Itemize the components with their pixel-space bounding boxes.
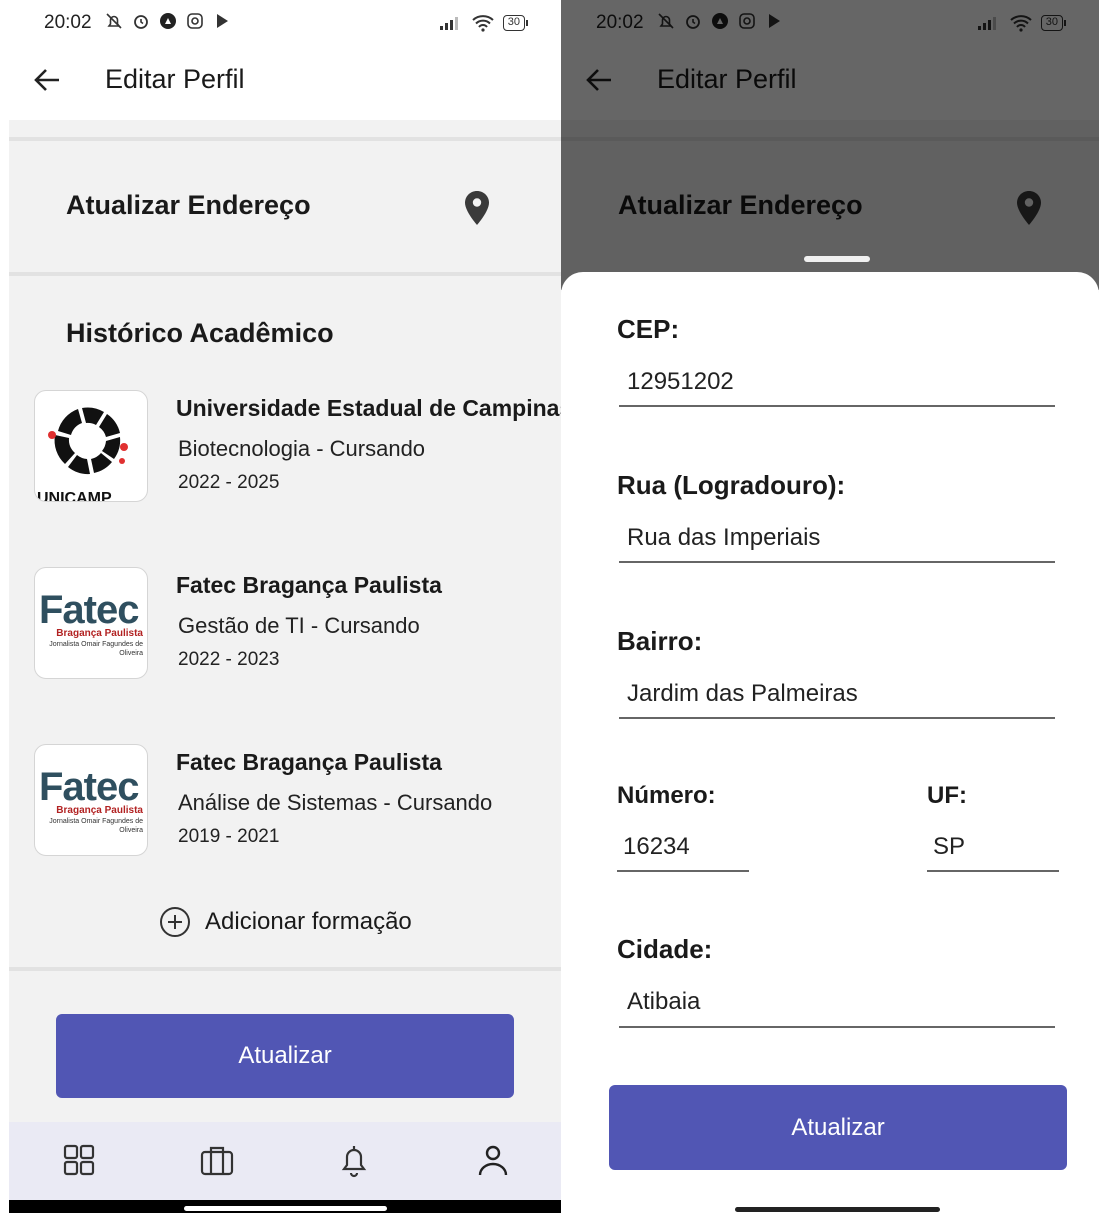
- course-years: 2019 - 2021: [178, 826, 280, 847]
- course-years: 2022 - 2025: [178, 472, 280, 493]
- location-pin-icon[interactable]: [464, 190, 490, 226]
- course-status: Gestão de TI - Cursando: [178, 613, 420, 638]
- instagram-icon: [187, 13, 203, 29]
- divider: [9, 967, 561, 971]
- fatec-logo: Fatec Bragança Paulista Jornalista Omair…: [34, 567, 148, 679]
- academic-history-title: Histórico Acadêmico: [66, 318, 334, 348]
- add-circle-icon: [160, 907, 190, 937]
- page-title: Editar Perfil: [105, 64, 245, 94]
- alarm-icon: [134, 15, 148, 29]
- app-bar: Editar Perfil: [9, 40, 561, 120]
- unicamp-logo: UNICAMP: [34, 390, 148, 502]
- street-label: Rua (Logradouro):: [617, 470, 846, 500]
- institution-name: Universidade Estadual de Campinas: [176, 395, 561, 421]
- district-label: Bairro:: [617, 626, 703, 656]
- cep-label: CEP:: [617, 314, 680, 344]
- divider: [9, 137, 561, 141]
- number-input[interactable]: 16234: [623, 833, 690, 861]
- update-button[interactable]: Atualizar: [56, 1014, 514, 1098]
- number-input-underline: [617, 870, 749, 872]
- academic-item[interactable]: Fatec Bragança Paulista Jornalista Omair…: [34, 567, 561, 682]
- briefcase-icon[interactable]: [199, 1142, 235, 1178]
- modal-scrim[interactable]: [561, 0, 1099, 290]
- cep-input[interactable]: 12951202: [627, 368, 734, 396]
- uf-label: UF:: [927, 782, 967, 809]
- uf-input[interactable]: SP: [933, 833, 965, 861]
- academic-item[interactable]: UNICAMP Universidade Estadual de Campina…: [34, 390, 561, 505]
- city-label: Cidade:: [617, 934, 713, 964]
- academic-item[interactable]: Fatec Bragança Paulista Jornalista Omair…: [34, 744, 561, 859]
- back-arrow-icon[interactable]: [33, 66, 61, 94]
- sheet-drag-handle[interactable]: [804, 256, 870, 262]
- add-education-button[interactable]: Adicionar formação: [159, 906, 412, 938]
- institution-name: Fatec Bragança Paulista: [176, 749, 442, 775]
- fatec-logo-text: Fatec: [39, 588, 139, 632]
- city-input-underline: [619, 1026, 1055, 1028]
- fatec-logo-subtitle: Bragança Paulista: [56, 805, 143, 816]
- mute-bell-icon: [106, 13, 122, 29]
- home-indicator[interactable]: [735, 1207, 940, 1212]
- wifi-icon: [472, 15, 494, 32]
- submit-address-button[interactable]: Atualizar: [609, 1085, 1067, 1170]
- district-input[interactable]: Jardim das Palmeiras: [627, 680, 858, 708]
- course-years: 2022 - 2023: [178, 649, 280, 670]
- course-status: Análise de Sistemas - Cursando: [178, 790, 493, 815]
- bell-icon[interactable]: [336, 1142, 372, 1178]
- course-status: Biotecnologia - Cursando: [178, 436, 426, 461]
- address-bottom-sheet: CEP: 12951202 Rua (Logradouro): Rua das …: [561, 272, 1099, 1213]
- fatec-logo-caption: Jornalista Omair Fagundes de Oliveira: [49, 818, 143, 834]
- district-input-underline: [619, 717, 1055, 719]
- address-sheet-screen: 20:02 30 Editar Perfil Atualizar Endereç…: [561, 0, 1099, 1213]
- cep-input-underline: [619, 405, 1055, 407]
- battery-indicator: 30: [502, 15, 529, 31]
- bottom-navigation: [9, 1122, 561, 1200]
- add-education-label: Adicionar formação: [205, 908, 412, 935]
- status-notification-icons: [104, 11, 232, 31]
- number-label: Número:: [617, 782, 716, 809]
- profile-edit-screen: 20:02 30 Editar Perfil Atualizar Endereç…: [9, 0, 561, 1213]
- update-address-title[interactable]: Atualizar Endereço: [66, 190, 311, 221]
- unicamp-logo-text: UNICAMP: [37, 490, 112, 502]
- user-icon[interactable]: [475, 1142, 511, 1178]
- signal-icon: [439, 17, 458, 30]
- fatec-logo-caption: Jornalista Omair Fagundes de Oliveira: [49, 641, 143, 657]
- fatec-logo-text: Fatec: [39, 765, 139, 809]
- uf-input-underline: [927, 870, 1059, 872]
- fatec-logo: Fatec Bragança Paulista Jornalista Omair…: [34, 744, 148, 856]
- status-time: 20:02: [44, 12, 92, 33]
- play-store-icon: [217, 14, 228, 28]
- divider: [9, 272, 561, 276]
- street-input[interactable]: Rua das Imperiais: [627, 524, 820, 552]
- status-system-icons: 30: [439, 14, 529, 32]
- street-input-underline: [619, 561, 1055, 563]
- city-input[interactable]: Atibaia: [627, 988, 700, 1016]
- fatec-logo-subtitle: Bragança Paulista: [56, 628, 143, 639]
- home-indicator[interactable]: [184, 1206, 387, 1211]
- app-notification-icon: [160, 13, 176, 29]
- grid-icon[interactable]: [61, 1142, 97, 1178]
- institution-name: Fatec Bragança Paulista: [176, 572, 442, 598]
